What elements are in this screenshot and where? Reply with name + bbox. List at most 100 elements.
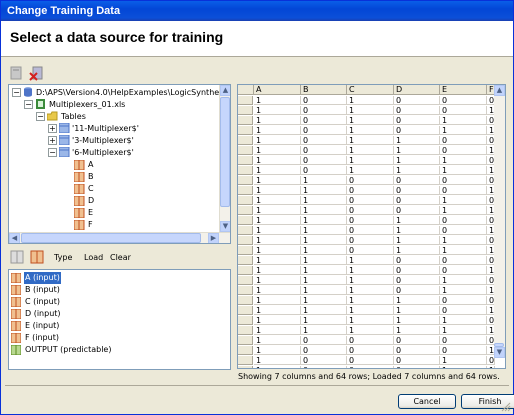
grid-cell[interactable]: 1: [440, 206, 487, 215]
grid-cell[interactable]: 1: [347, 106, 394, 115]
grid-cell[interactable]: 1: [254, 286, 301, 295]
grid-cell[interactable]: 1: [394, 166, 440, 175]
grid-cell[interactable]: 0: [440, 106, 487, 115]
grid-cell[interactable]: 1: [254, 96, 301, 105]
grid-cell[interactable]: 1: [440, 356, 487, 365]
tree-horizontal-scrollbar[interactable]: ◀ ▶: [9, 232, 230, 243]
column-header[interactable]: D: [394, 85, 440, 95]
grid-cell[interactable]: 1: [254, 336, 301, 345]
scroll-down-button[interactable]: ▼: [494, 347, 505, 358]
grid-cell[interactable]: 0: [394, 96, 440, 105]
grid-cell[interactable]: 1: [394, 156, 440, 165]
row-header[interactable]: [238, 296, 253, 305]
column-header[interactable]: C: [347, 85, 394, 95]
grid-cell[interactable]: 1: [301, 256, 347, 265]
tree-item-column[interactable]: B: [88, 171, 94, 183]
grid-cell[interactable]: 1: [440, 366, 487, 368]
row-header[interactable]: [238, 246, 253, 255]
grid-cell[interactable]: 1: [254, 246, 301, 255]
grid-cell[interactable]: 1: [254, 186, 301, 195]
grid-cell[interactable]: 0: [394, 106, 440, 115]
tree-item-table[interactable]: '6-Multiplexer$': [72, 147, 134, 159]
row-header[interactable]: [238, 96, 253, 105]
grid-cell[interactable]: 1: [254, 366, 301, 368]
grid-cell[interactable]: 1: [254, 346, 301, 355]
load-button[interactable]: Load: [84, 253, 103, 262]
scroll-up-button[interactable]: ▲: [220, 85, 230, 96]
row-header[interactable]: [238, 346, 253, 355]
grid-cell[interactable]: 0: [394, 366, 440, 368]
grid-cell[interactable]: 1: [254, 296, 301, 305]
grid-cell[interactable]: 1: [347, 306, 394, 315]
grid-cell[interactable]: 1: [301, 266, 347, 275]
scroll-right-button[interactable]: ▶: [208, 233, 219, 243]
grid-cell[interactable]: 0: [394, 336, 440, 345]
row-header[interactable]: [238, 206, 253, 215]
grid-cell[interactable]: 1: [254, 156, 301, 165]
column-settings-button[interactable]: [30, 250, 46, 266]
grid-cell[interactable]: 0: [440, 296, 487, 305]
grid-cell[interactable]: 1: [394, 136, 440, 145]
grid-cell[interactable]: 1: [301, 316, 347, 325]
column-grid-button[interactable]: [10, 250, 26, 266]
grid-cell[interactable]: 0: [301, 126, 347, 135]
grid-cell[interactable]: 1: [347, 276, 394, 285]
row-header[interactable]: [238, 336, 253, 345]
row-header[interactable]: [238, 306, 253, 315]
grid-cell[interactable]: 0: [440, 336, 487, 345]
grid-cell[interactable]: 0: [394, 256, 440, 265]
row-header[interactable]: [238, 216, 253, 225]
grid-cell[interactable]: 0: [440, 346, 487, 355]
grid-cell[interactable]: 0: [301, 106, 347, 115]
columns-list[interactable]: A (input) B (input) C (input) D (input) …: [8, 269, 231, 370]
grid-cell[interactable]: 1: [301, 236, 347, 245]
grid-cell[interactable]: 1: [301, 176, 347, 185]
grid-cell[interactable]: 0: [347, 216, 394, 225]
grid-cell[interactable]: 0: [301, 146, 347, 155]
cancel-button[interactable]: Cancel: [398, 394, 456, 409]
grid-cell[interactable]: 0: [301, 116, 347, 125]
grid-cell[interactable]: 0: [394, 176, 440, 185]
row-header[interactable]: [238, 136, 253, 145]
tree-item-column[interactable]: A: [88, 159, 93, 171]
grid-cell[interactable]: 1: [347, 146, 394, 155]
grid-cell[interactable]: 1: [301, 196, 347, 205]
grid-cell[interactable]: 1: [254, 206, 301, 215]
row-header[interactable]: [238, 316, 253, 325]
grid-cell[interactable]: 1: [254, 216, 301, 225]
row-header[interactable]: [238, 276, 253, 285]
grid-cell[interactable]: 1: [394, 216, 440, 225]
grid-cell[interactable]: 1: [347, 326, 394, 335]
resize-grip-icon[interactable]: [501, 402, 511, 412]
grid-cell[interactable]: 1: [440, 196, 487, 205]
row-header[interactable]: [238, 326, 253, 335]
scroll-up-button[interactable]: ▲: [494, 85, 505, 96]
grid-cell[interactable]: 0: [301, 96, 347, 105]
grid-cell[interactable]: 1: [254, 236, 301, 245]
tree-vertical-scrollbar[interactable]: ▲ ▼: [219, 85, 230, 232]
grid-cell[interactable]: 0: [347, 346, 394, 355]
remove-source-button[interactable]: [29, 65, 45, 81]
grid-cell[interactable]: 1: [347, 166, 394, 175]
row-header[interactable]: [238, 156, 253, 165]
grid-cell[interactable]: 1: [254, 326, 301, 335]
grid-cell[interactable]: 0: [440, 306, 487, 315]
row-header[interactable]: [238, 186, 253, 195]
tree-item-column[interactable]: D: [88, 195, 94, 207]
grid-cell[interactable]: 0: [440, 266, 487, 275]
tree-item-tables[interactable]: Tables: [61, 111, 86, 123]
grid-cell[interactable]: 0: [394, 116, 440, 125]
grid-cell[interactable]: 0: [440, 136, 487, 145]
row-header[interactable]: [238, 226, 253, 235]
row-header[interactable]: [238, 256, 253, 265]
grid-cell[interactable]: 1: [394, 236, 440, 245]
grid-cell[interactable]: 0: [301, 166, 347, 175]
grid-cell[interactable]: 0: [394, 186, 440, 195]
collapse-path-toggle[interactable]: −: [12, 88, 21, 97]
grid-cell[interactable]: 1: [301, 286, 347, 295]
grid-cell[interactable]: 0: [347, 336, 394, 345]
tree-item-table[interactable]: '3-Multiplexer$': [72, 135, 134, 147]
collapse-file-toggle[interactable]: −: [24, 100, 33, 109]
grid-cell[interactable]: 1: [254, 176, 301, 185]
column-header[interactable]: B: [301, 85, 347, 95]
